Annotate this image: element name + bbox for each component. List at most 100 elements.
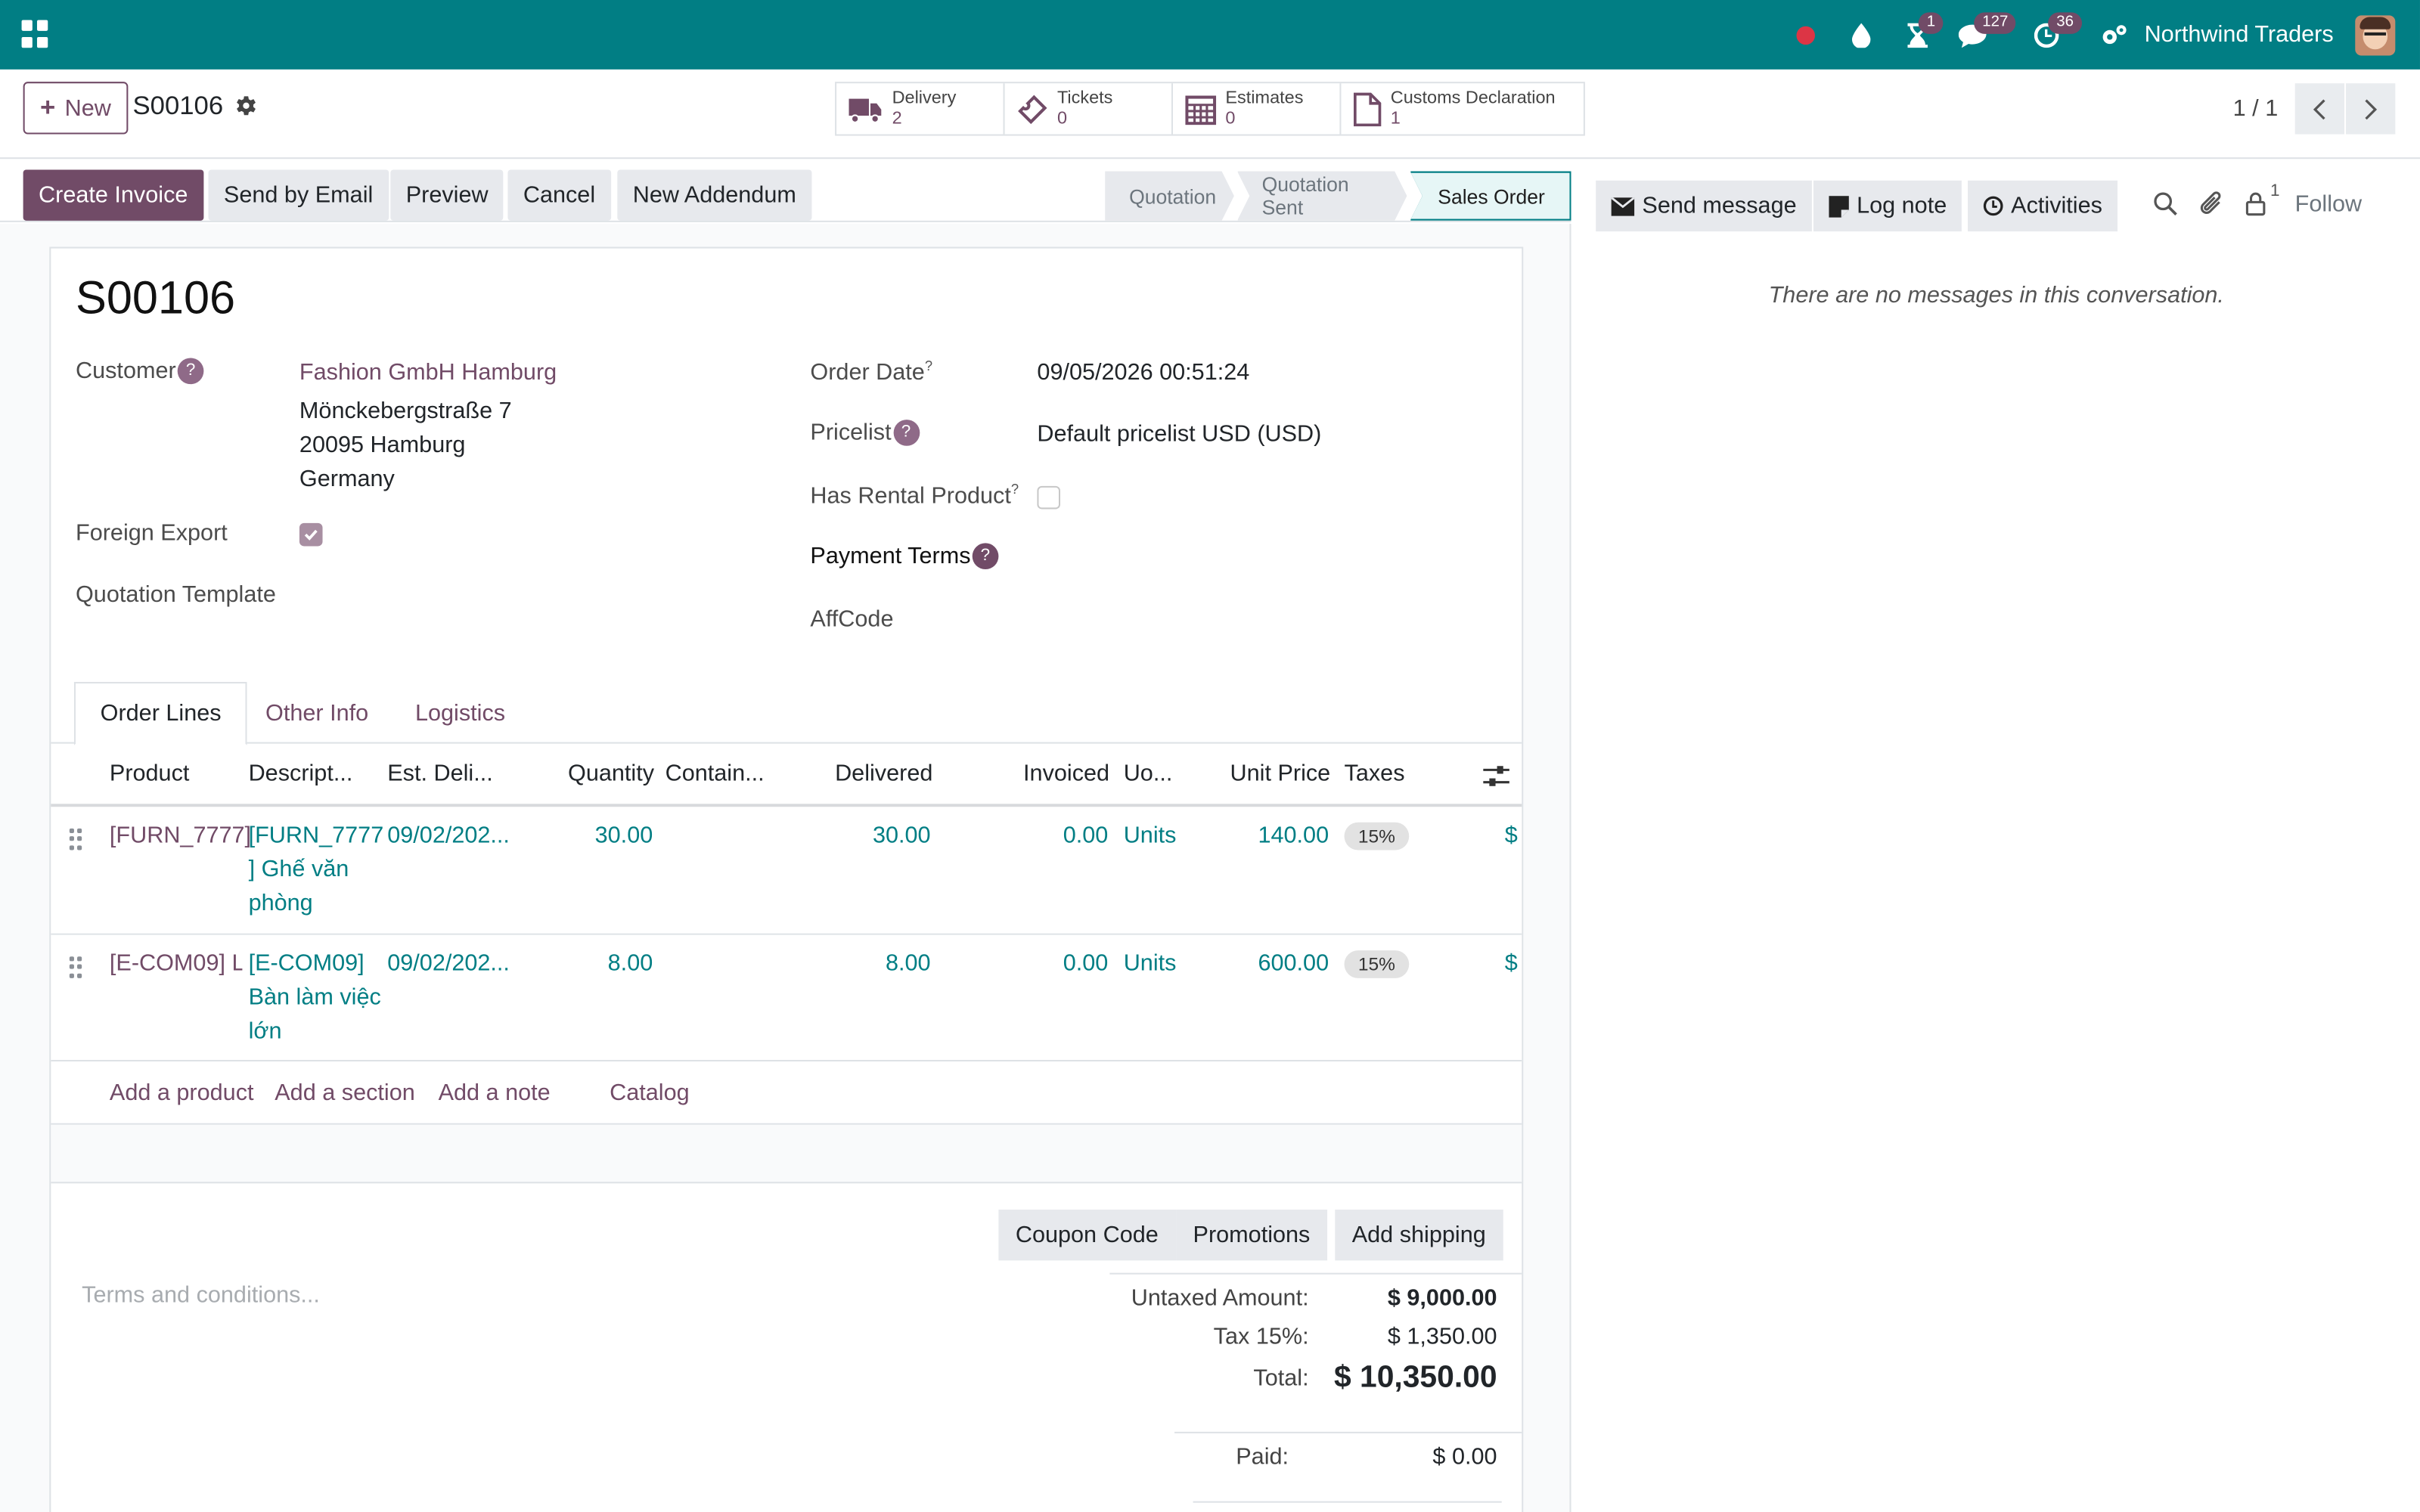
follow-button[interactable]: Follow [2295, 191, 2362, 218]
order-title: S00106 [75, 273, 236, 324]
tab-order-lines[interactable]: Order Lines [73, 682, 248, 745]
cancel-button[interactable]: Cancel [507, 169, 611, 221]
pager-previous-button[interactable] [2294, 83, 2344, 135]
new-button[interactable]: + New [23, 82, 129, 135]
estimates-smart-button[interactable]: Estimates 0 [1173, 83, 1342, 135]
col-uom[interactable]: Uo... [1124, 761, 1173, 787]
add-product-link[interactable]: Add a product [110, 1080, 254, 1107]
add-note-link[interactable]: Add a note [439, 1080, 551, 1107]
col-delivered[interactable]: Delivered [835, 761, 932, 787]
row-unit-price[interactable]: 140.00 [1239, 820, 1329, 854]
row-description[interactable]: [FURN_7777 ] Ghế văn phòng [249, 820, 385, 922]
tickets-smart-button[interactable]: Tickets 0 [1005, 83, 1174, 135]
promotions-button[interactable]: Promotions [1176, 1209, 1327, 1261]
pricelist-label: Pricelist? [810, 420, 920, 446]
row-product[interactable]: [FURN_7777] [110, 820, 251, 854]
customer-label-text: Customer [75, 358, 176, 385]
row-product[interactable]: [E-COM09] La [110, 947, 243, 981]
row-quantity[interactable]: 8.00 [576, 947, 653, 981]
stage-sales-order[interactable]: Sales Order [1410, 171, 1571, 221]
pager-next-button[interactable] [2346, 83, 2396, 135]
row-delivered[interactable]: 30.00 [854, 820, 931, 854]
drag-handle-icon[interactable] [69, 828, 82, 850]
row-est-delivery[interactable]: 09/02/202... [387, 947, 510, 981]
help-icon[interactable]: ? [972, 543, 999, 570]
row-unit-price[interactable]: 600.00 [1239, 947, 1329, 981]
add-shipping-button[interactable]: Add shipping [1335, 1209, 1503, 1261]
new-addendum-button[interactable]: New Addendum [617, 169, 812, 221]
help-icon[interactable]: ? [177, 358, 204, 385]
customer-country: Germany [299, 466, 395, 493]
row-tax-badge[interactable]: 15% [1344, 822, 1410, 850]
customer-field[interactable]: Fashion GmbH Hamburg [299, 360, 557, 386]
stage-quotation[interactable]: Quotation [1104, 172, 1233, 221]
row-est-delivery[interactable]: 09/02/202... [387, 820, 510, 854]
col-container[interactable]: Contain... [666, 761, 765, 787]
row-delivered[interactable]: 8.00 [854, 947, 931, 981]
tab-logistics[interactable]: Logistics [390, 682, 529, 745]
col-description[interactable]: Descript... [249, 761, 353, 787]
check-icon [304, 529, 318, 541]
tooltip-marker[interactable]: ? [925, 358, 932, 373]
clock-icon [1983, 196, 2003, 216]
paperclip-icon[interactable] [2199, 191, 2224, 218]
log-note-button[interactable]: Log note [1813, 180, 1962, 232]
delivery-label: Delivery [892, 88, 957, 107]
col-unit-price[interactable]: Unit Price [1230, 761, 1331, 787]
col-invoiced[interactable]: Invoiced [1023, 761, 1109, 787]
help-icon[interactable]: ? [892, 420, 920, 446]
apps-menu-icon[interactable] [21, 20, 50, 48]
recording-status-icon[interactable] [1786, 0, 1826, 70]
row-description[interactable]: [E-COM09] Bàn làm việc lớn [249, 947, 385, 1049]
preview-button[interactable]: Preview [390, 169, 504, 221]
tab-other-info[interactable]: Other Info [240, 682, 392, 745]
col-taxes[interactable]: Taxes [1345, 761, 1405, 787]
col-est-delivery[interactable]: Est. Deli... [387, 761, 493, 787]
customs-declaration-label: Customs Declaration [1390, 88, 1556, 107]
row-uom[interactable]: Units [1124, 947, 1177, 981]
tooltip-marker[interactable]: ? [1011, 482, 1019, 497]
lock-followers-icon[interactable] [2245, 191, 2266, 216]
has-rental-checkbox[interactable] [1037, 485, 1061, 510]
followers-count: 1 [2270, 181, 2280, 201]
user-avatar[interactable] [2355, 14, 2396, 55]
terms-and-conditions-field[interactable]: Terms and conditions... [82, 1282, 320, 1309]
clock-icon[interactable]: 36 [2027, 0, 2082, 70]
gear-icon[interactable] [234, 94, 258, 117]
customs-declaration-smart-button[interactable]: Customs Declaration 1 [1341, 83, 1583, 134]
foreign-export-checkbox[interactable] [299, 522, 323, 547]
pricelist-field[interactable]: Default pricelist USD (USD) [1037, 421, 1321, 448]
table-row[interactable]: [E-COM09] La [E-COM09] Bàn làm việc lớn … [51, 934, 1522, 1062]
delivery-smart-button[interactable]: Delivery 2 [836, 83, 1005, 135]
send-by-email-button[interactable]: Send by Email [208, 169, 389, 221]
order-date-field[interactable]: 09/05/2026 00:51:24 [1037, 360, 1249, 386]
company-switcher[interactable]: Northwind Traders [2145, 22, 2334, 48]
paid-label: Paid: [1236, 1444, 1289, 1470]
coupon-code-button[interactable]: Coupon Code [998, 1209, 1176, 1261]
search-icon[interactable] [2153, 191, 2178, 216]
table-row[interactable]: [FURN_7777] [FURN_7777 ] Ghế văn phòng 0… [51, 807, 1522, 935]
send-message-button[interactable]: Send message [1596, 180, 1813, 232]
row-uom[interactable]: Units [1124, 820, 1177, 854]
column-settings-icon[interactable] [1483, 764, 1509, 789]
drag-handle-icon[interactable] [69, 956, 82, 978]
row-invoiced: 0.00 [1063, 822, 1109, 849]
col-product[interactable]: Product [110, 761, 190, 787]
paid-divider [1174, 1431, 1522, 1433]
settings-gears-icon[interactable] [2095, 0, 2135, 70]
add-section-link[interactable]: Add a section [275, 1080, 415, 1107]
pager-value[interactable]: 1 / 1 [2233, 96, 2279, 122]
row-tax-badge[interactable]: 15% [1344, 950, 1410, 978]
drop-icon[interactable] [1842, 0, 1882, 70]
delivery-count: 2 [892, 108, 902, 128]
stage-quotation-sent[interactable]: Quotation Sent [1237, 172, 1407, 221]
totals-divider [1109, 1272, 1522, 1275]
activities-button[interactable]: Activities [1968, 180, 2118, 232]
col-quantity[interactable]: Quantity [568, 761, 654, 787]
messages-icon[interactable]: 127 [1953, 0, 2016, 70]
create-invoice-button[interactable]: Create Invoice [23, 169, 203, 221]
hourglass-activities-icon[interactable]: 1 [1897, 0, 1944, 70]
row-quantity[interactable]: 30.00 [576, 820, 653, 854]
pager: 1 / 1 [2233, 83, 2396, 135]
catalog-link[interactable]: Catalog [610, 1080, 690, 1107]
